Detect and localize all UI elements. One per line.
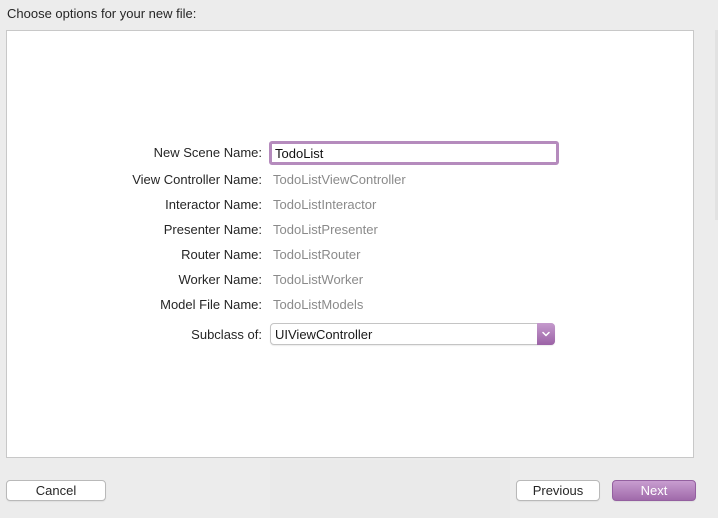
subclass-label: Subclass of: (191, 327, 262, 342)
presenter-name-label: Presenter Name: (163, 222, 262, 237)
interactor-name-label: Interactor Name: (165, 197, 262, 212)
bottom-shade (270, 460, 510, 518)
router-name-label: Router Name: (181, 247, 262, 262)
model-file-name-label: Model File Name: (160, 297, 262, 312)
chevron-down-icon[interactable] (537, 323, 555, 345)
interactor-name-value: TodoListInteractor (273, 197, 377, 212)
scene-name-input[interactable] (269, 141, 559, 165)
dialog-heading: Choose options for your new file: (7, 6, 197, 21)
options-panel (6, 30, 694, 458)
scene-name-label: New Scene Name: (153, 145, 262, 160)
next-button[interactable]: Next (612, 480, 696, 501)
router-name-value: TodoListRouter (273, 247, 361, 262)
previous-button[interactable]: Previous (516, 480, 600, 501)
subclass-popup[interactable]: UIViewController (270, 323, 555, 345)
chevron-down-icon-glyph (542, 331, 550, 337)
view-controller-name-label: View Controller Name: (132, 172, 262, 187)
cancel-button[interactable]: Cancel (6, 480, 106, 501)
subclass-popup-value: UIViewController (275, 327, 373, 342)
worker-name-label: Worker Name: (178, 272, 262, 287)
model-file-name-value: TodoListModels (273, 297, 364, 312)
presenter-name-value: TodoListPresenter (273, 222, 378, 237)
worker-name-value: TodoListWorker (273, 272, 364, 287)
view-controller-name-value: TodoListViewController (273, 172, 406, 187)
